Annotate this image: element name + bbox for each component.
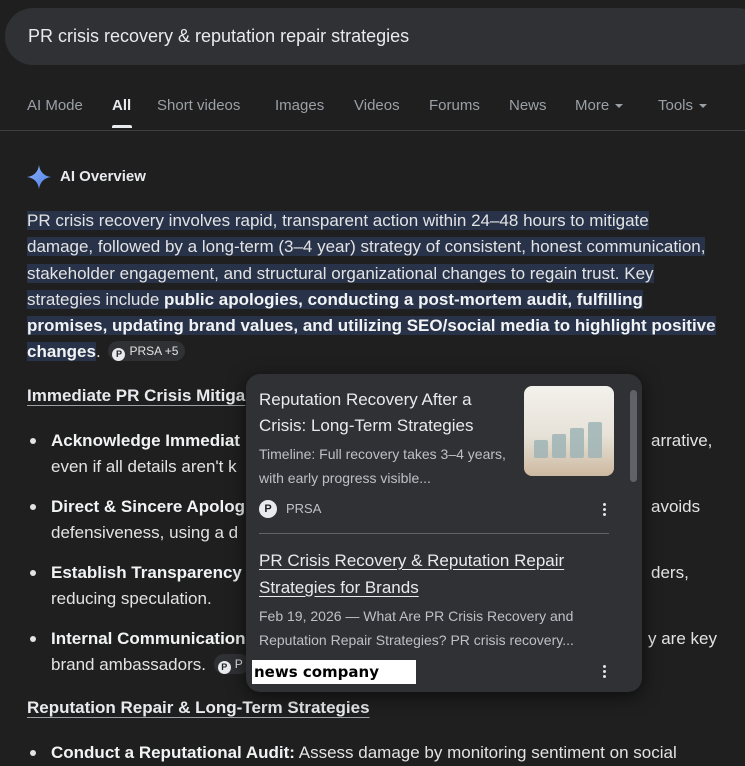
list-item-title: Establish Transparency [51,563,242,582]
list-item-text: even if all details aren't k [51,457,237,476]
ai-overview-summary: PR crisis recovery involves rapid, trans… [27,208,717,366]
tools-label: Tools [658,97,694,114]
tab-short-videos[interactable]: Short videos [157,97,240,114]
more-options-icon[interactable] [596,501,612,517]
search-query[interactable]: PR crisis recovery & reputation repair s… [28,26,409,47]
search-box[interactable]: PR crisis recovery & reputation repair s… [5,8,745,65]
list-item-overflow-text: avoids [651,497,701,516]
bullet [30,570,36,576]
list-item-title: Direct & Sincere Apolog [51,497,245,516]
divider [259,533,609,534]
bullet [30,636,36,642]
source-card-snippet: Timeline: Full recovery takes 3–4 years,… [259,446,506,486]
bullet [30,750,36,756]
source-name-label: news company [252,660,416,684]
tab-all[interactable]: All [112,97,131,114]
list-item-title: Conduct a Reputational Audit: [51,743,295,762]
popup-scrollbar[interactable] [630,390,637,482]
source-name: PRSA [286,501,322,516]
tools-button[interactable]: Tools [658,97,708,114]
citation-chip[interactable]: P PRSA +5 [108,341,186,362]
citation-chip-label: P [234,657,243,671]
prsa-logo-icon: P [259,500,277,518]
list-item-text: brand ambassadors. [51,655,206,674]
tab-videos[interactable]: Videos [354,97,400,114]
prsa-logo-icon: P [112,348,126,362]
tab-more-label: More [575,97,610,114]
more-options-icon[interactable] [596,663,612,679]
gemini-sparkle-icon [27,165,51,189]
list-item-text: Assess damage by monitoring sentiment on… [294,743,677,762]
list-item-title: Acknowledge Immediat [51,431,240,450]
list-item-title: Internal Communication [51,629,246,648]
section-heading-immediate: Immediate PR Crisis Mitiga [27,386,246,405]
section-heading-long-term: Reputation Repair & Long-Term Strategies [27,698,370,717]
active-tab-indicator [112,125,132,128]
citation-chip[interactable]: PP [213,654,250,674]
search-tabs: AI Mode All Short videos Images Videos F… [0,92,745,131]
source-card-title[interactable]: PR Crisis Recovery & Reputation Repair S… [259,547,619,601]
citation-chip-label: PRSA +5 [129,344,179,359]
tab-more[interactable]: More [575,97,624,114]
chevron-down-icon [615,104,624,109]
thumbnail-shape [570,428,584,458]
list-item-overflow-text: arrative, [651,431,713,450]
thumbnail-shape [588,422,602,458]
list-item-text: defensiveness, using a d [51,523,239,542]
tab-news[interactable]: News [509,97,547,114]
chevron-down-icon [699,104,708,109]
list-item-overflow-text: ders, [651,563,689,582]
list-item-text: reducing speculation. [51,589,212,608]
source-card-snippet: Feb 19, 2026 — What Are PR Crisis Recove… [259,608,574,648]
bullet [30,438,36,444]
thumbnail-shape [534,440,548,458]
sources-popup[interactable]: Reputation Recovery After a Crisis: Long… [246,374,642,692]
tab-ai-mode[interactable]: AI Mode [27,97,83,114]
source-card-thumbnail[interactable] [524,386,614,476]
source-card-title[interactable]: Reputation Recovery After a Crisis: Long… [259,387,509,439]
summary-end: . [95,342,101,362]
prsa-logo-icon: P [217,661,231,674]
bullet [30,504,36,510]
ai-overview-title: AI Overview [60,168,146,185]
tab-images[interactable]: Images [275,97,324,114]
tab-forums[interactable]: Forums [429,97,480,114]
thumbnail-shape [552,434,566,458]
list-item-overflow-text: y are key [648,629,717,648]
